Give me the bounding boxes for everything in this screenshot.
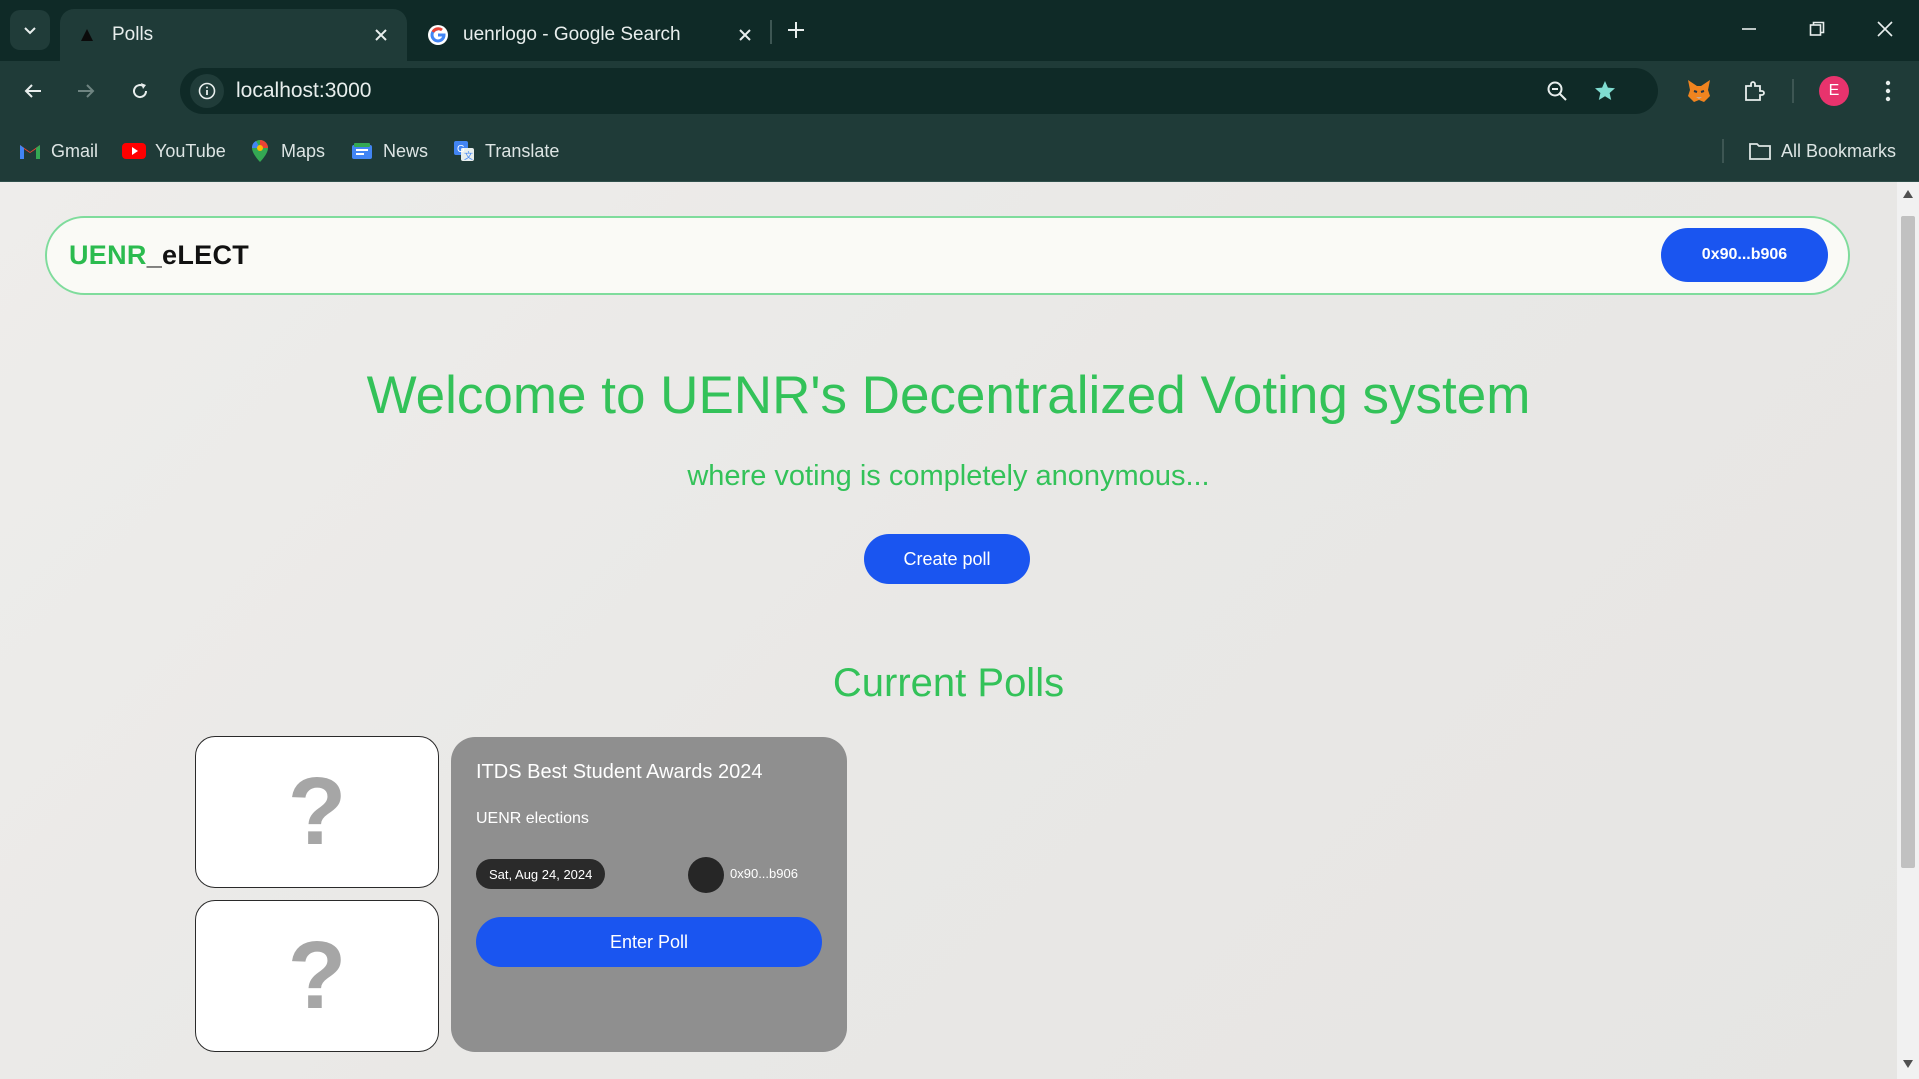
tab-polls[interactable]: Polls (60, 9, 407, 61)
all-bookmarks-button[interactable]: All Bookmarks (1748, 137, 1896, 165)
metamask-extension[interactable] (1682, 74, 1716, 108)
wallet-address-button[interactable]: 0x90...b906 (1661, 228, 1828, 282)
maps-icon (248, 139, 272, 163)
address-bar[interactable]: localhost:3000 (180, 68, 1658, 114)
scroll-up-arrow-icon[interactable] (1902, 188, 1914, 200)
enter-poll-button[interactable]: Enter Poll (476, 917, 822, 967)
logo-part-elect: _eLECT (146, 240, 250, 270)
bookmark-youtube[interactable]: YouTube (122, 137, 226, 165)
tab-title: Polls (112, 24, 154, 45)
url-text: localhost:3000 (236, 79, 372, 102)
reload-button[interactable] (120, 71, 160, 111)
bookmark-translate[interactable]: G文 Translate (452, 137, 559, 165)
gmail-icon (18, 139, 42, 163)
bookmark-gmail[interactable]: Gmail (18, 137, 98, 165)
plus-icon (788, 22, 804, 38)
toolbar-separator (1792, 79, 1794, 103)
close-window-button[interactable] (1851, 0, 1919, 58)
more-vertical-icon (1885, 80, 1891, 102)
bookmark-star-button[interactable] (1590, 76, 1620, 106)
bookmark-label: Maps (281, 140, 326, 161)
logo-part-uenr: UENR (69, 240, 147, 270)
scrollbar-thumb[interactable] (1901, 216, 1915, 868)
tab-bar: Polls uenrlogo - Google Search (0, 0, 1919, 61)
tab-search-button[interactable] (10, 10, 50, 50)
minimize-icon (1742, 28, 1756, 30)
chevron-down-icon (24, 27, 36, 35)
tab-separator (770, 20, 772, 44)
tab-title: uenrlogo - Google Search (463, 24, 681, 45)
translate-icon: G文 (452, 139, 476, 163)
bookmarks-separator (1722, 139, 1724, 163)
app-navbar: UENR_eLECT 0x90...b906 (45, 216, 1850, 295)
back-button[interactable] (13, 71, 53, 111)
owner-avatar (688, 857, 724, 893)
bookmark-label: Translate (485, 140, 560, 161)
candidate-image-placeholder: ? (195, 736, 439, 888)
menu-button[interactable] (1871, 74, 1905, 108)
svg-text:文: 文 (464, 150, 473, 162)
folder-icon (1748, 139, 1772, 163)
all-bookmarks-label: All Bookmarks (1781, 140, 1897, 161)
site-info-button[interactable] (190, 74, 224, 108)
forward-button[interactable] (66, 71, 106, 111)
page-content: UENR_eLECT 0x90...b906 Welcome to UENR's… (0, 182, 1897, 1079)
star-icon (1595, 81, 1615, 100)
bookmark-label: News (383, 140, 429, 161)
close-icon[interactable] (367, 21, 395, 49)
current-polls-heading: Current Polls (832, 661, 1065, 705)
poll-description: UENR elections (476, 810, 589, 827)
restore-icon (1809, 21, 1825, 36)
google-icon (427, 24, 449, 46)
browser-toolbar: localhost:3000 E (0, 61, 1919, 121)
reload-icon (133, 83, 148, 99)
app-logo[interactable]: UENR_eLECT (69, 240, 249, 271)
bookmark-label: YouTube (155, 140, 226, 161)
poll-owner-address: 0x90...b906 (730, 866, 798, 881)
bookmark-maps[interactable]: Maps (248, 137, 325, 165)
poll-date-badge: Sat, Aug 24, 2024 (476, 859, 606, 889)
bookmark-label: Gmail (51, 140, 99, 161)
bookmarks-bar: Gmail YouTube Maps News G文 Translate All… (0, 121, 1919, 182)
extensions-button[interactable] (1737, 74, 1771, 108)
question-mark-icon: ? (287, 758, 347, 865)
poll-title: ITDS Best Student Awards 2024 (476, 761, 763, 783)
info-icon (198, 82, 216, 100)
news-icon (350, 139, 374, 163)
triangle-favicon-icon (76, 24, 98, 46)
scroll-down-arrow-icon[interactable] (1902, 1058, 1914, 1070)
profile-avatar[interactable]: E (1819, 76, 1849, 106)
close-icon[interactable] (731, 21, 759, 49)
hero-title: Welcome to UENR's Decentralized Voting s… (366, 366, 1531, 425)
zoom-button[interactable] (1542, 76, 1572, 106)
zoom-out-icon (1547, 81, 1567, 101)
youtube-icon (122, 139, 146, 163)
candidate-image-placeholder: ? (195, 900, 439, 1052)
poll-card: ITDS Best Student Awards 2024 UENR elect… (451, 737, 847, 1052)
minimize-button[interactable] (1715, 0, 1783, 58)
close-icon (1877, 21, 1893, 37)
tab-google-search[interactable]: uenrlogo - Google Search (411, 9, 771, 61)
puzzle-icon (1745, 81, 1765, 101)
create-poll-button[interactable]: Create poll (864, 534, 1030, 584)
hero-subtitle: where voting is completely anonymous... (687, 460, 1210, 492)
arrow-right-icon (78, 84, 95, 98)
page-scrollbar[interactable] (1897, 182, 1919, 1079)
new-tab-button[interactable] (780, 14, 812, 46)
arrow-left-icon (24, 84, 41, 98)
restore-button[interactable] (1783, 0, 1851, 58)
bookmark-news[interactable]: News (350, 137, 428, 165)
question-mark-icon: ? (287, 922, 347, 1029)
fox-icon (1688, 80, 1710, 102)
